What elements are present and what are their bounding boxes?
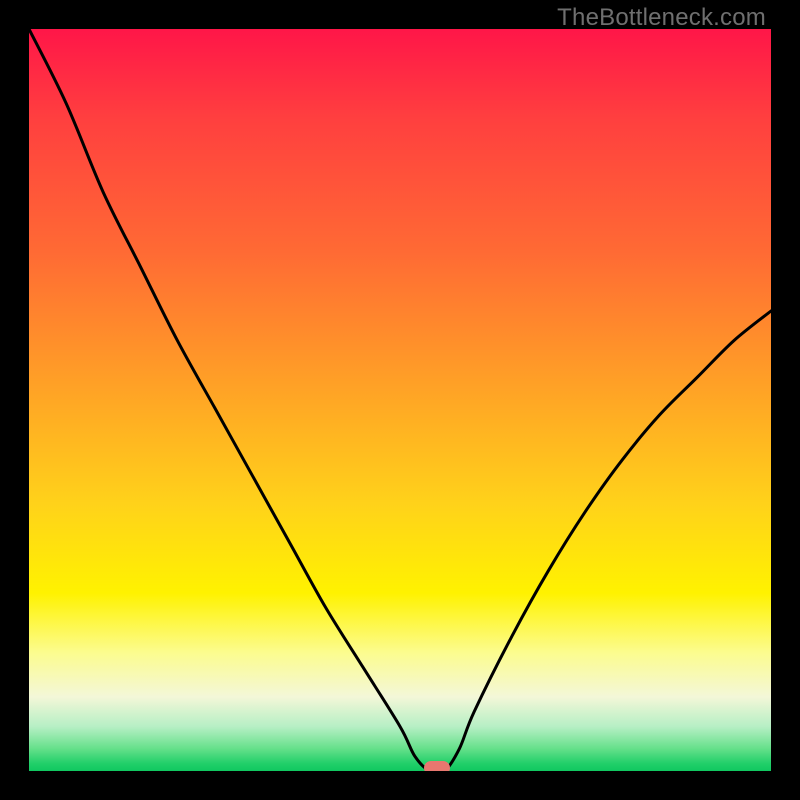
optimal-point-marker bbox=[424, 761, 450, 771]
watermark-text: TheBottleneck.com bbox=[557, 4, 766, 32]
plot-area bbox=[29, 29, 771, 771]
bottleneck-curve bbox=[29, 29, 771, 771]
chart-frame: TheBottleneck.com bbox=[0, 0, 800, 800]
